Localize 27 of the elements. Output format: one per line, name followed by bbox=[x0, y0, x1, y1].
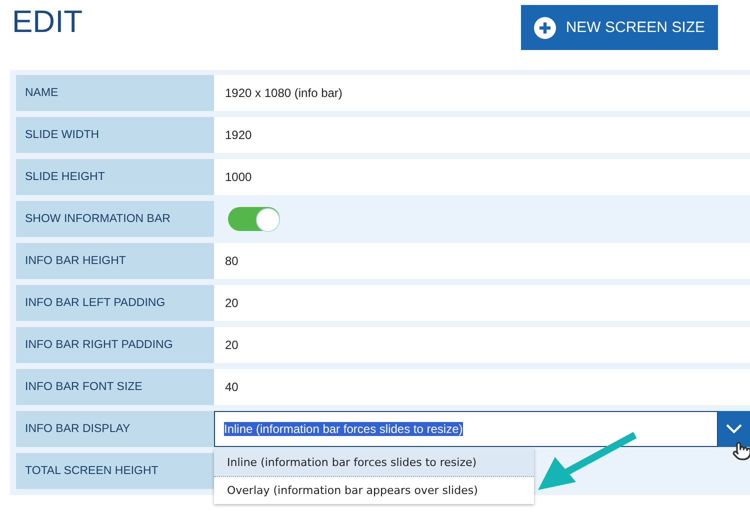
dropdown-option[interactable]: Inline (information bar forces slides to resize) bbox=[214, 449, 534, 477]
field-label: INFO BAR HEIGHT bbox=[16, 243, 214, 279]
page-title: EDIT bbox=[12, 5, 83, 39]
value-field[interactable]: 1000 bbox=[214, 159, 750, 195]
dropdown-button[interactable] bbox=[718, 411, 750, 447]
field-label: TOTAL SCREEN HEIGHT bbox=[16, 453, 214, 489]
toggle-switch[interactable] bbox=[228, 207, 280, 231]
field-label: SLIDE WIDTH bbox=[16, 117, 214, 153]
field-label: INFO BAR DISPLAY bbox=[16, 411, 214, 447]
hand-cursor-icon bbox=[732, 441, 750, 461]
field-label: SHOW INFORMATION BAR bbox=[16, 201, 214, 237]
value-field[interactable]: 1920 x 1080 (info bar) bbox=[214, 75, 750, 111]
field-label: SLIDE HEIGHT bbox=[16, 159, 214, 195]
field-label: INFO BAR LEFT PADDING bbox=[16, 285, 214, 321]
value-field[interactable]: 20 bbox=[214, 327, 750, 363]
field-label: INFO BAR FONT SIZE bbox=[16, 369, 214, 405]
new-screen-size-button[interactable]: NEW SCREEN SIZE bbox=[520, 5, 718, 50]
select-field[interactable]: Inline (information bar forces slides to resize) bbox=[214, 411, 718, 447]
dropdown-option[interactable]: Overlay (information bar appears over slides) bbox=[214, 477, 534, 504]
value-field[interactable]: 40 bbox=[214, 369, 750, 405]
plus-circle-icon bbox=[534, 16, 556, 38]
value-field[interactable]: 1920 bbox=[214, 117, 750, 153]
field-label: NAME bbox=[16, 75, 214, 111]
chevron-icon bbox=[726, 424, 742, 434]
value-field[interactable]: 80 bbox=[214, 243, 750, 279]
value-field[interactable]: 20 bbox=[214, 285, 750, 321]
field-label: INFO BAR RIGHT PADDING bbox=[16, 327, 214, 363]
